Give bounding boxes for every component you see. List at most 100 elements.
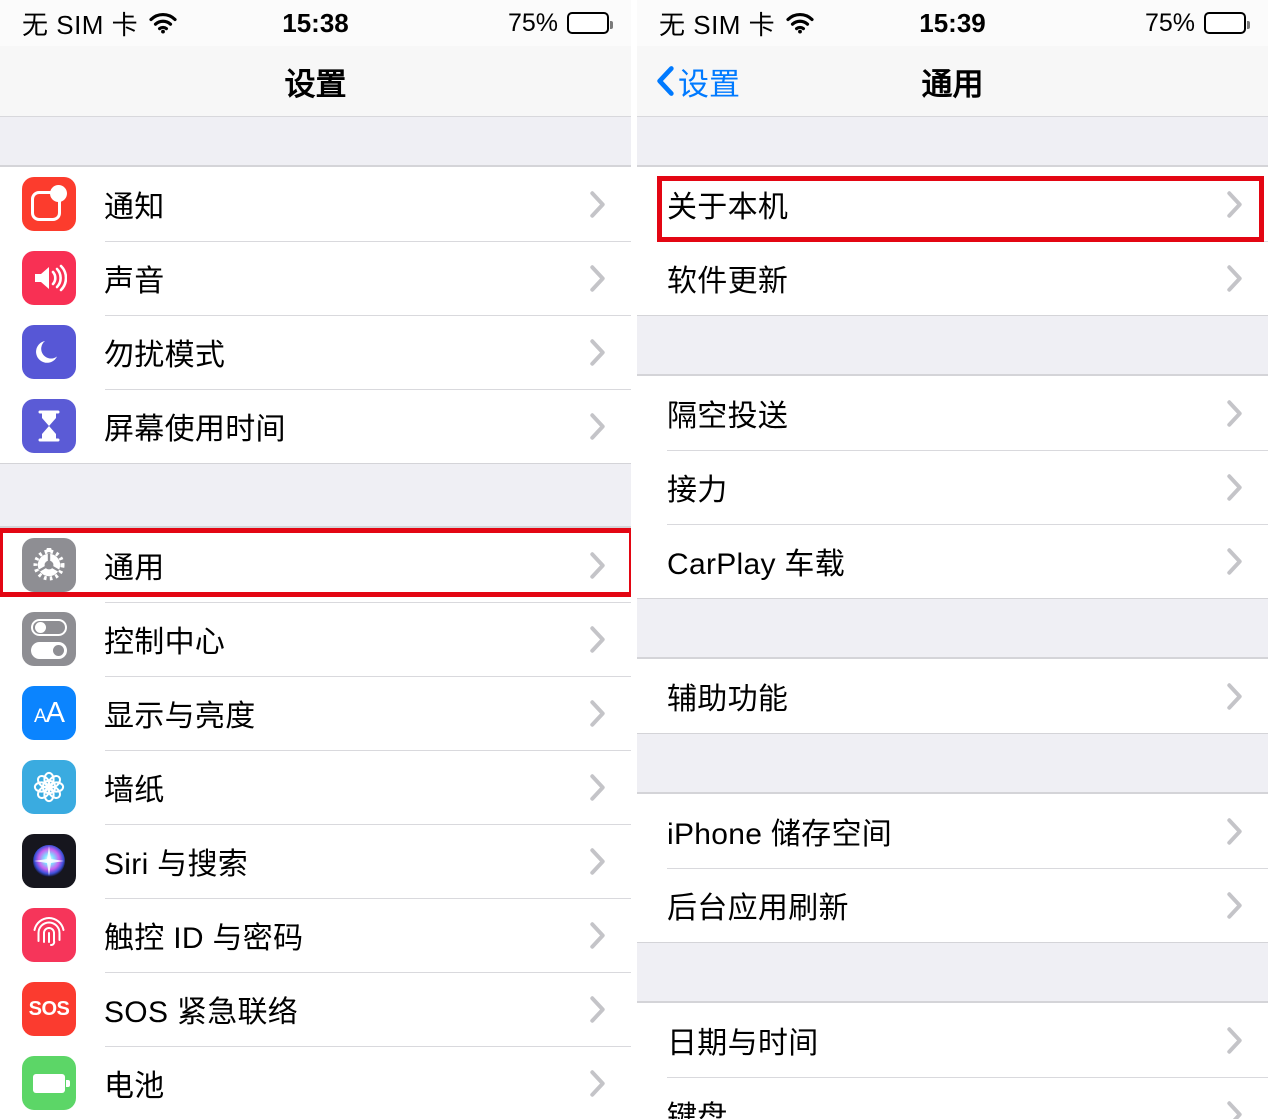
general-group-2: 隔空投送 接力 CarPlay 车载 [637, 375, 1268, 599]
general-row-software-update[interactable]: 软件更新 [637, 241, 1268, 315]
settings-screen: 无 SIM 卡 15:38 75% [0, 0, 634, 1119]
settings-row-battery[interactable]: 电池 [0, 1046, 631, 1119]
siri-icon [22, 834, 76, 888]
chevron-right-icon [1227, 1101, 1242, 1119]
general-list[interactable]: 关于本机 软件更新 隔空投送 接力 Car [637, 117, 1268, 1119]
list-top-gap [637, 117, 1268, 166]
wifi-icon [785, 12, 815, 34]
back-button[interactable]: 设置 [637, 59, 740, 104]
settings-row-sounds[interactable]: 声音 [0, 241, 631, 315]
chevron-right-icon [590, 996, 605, 1023]
dual-screenshot-container: 无 SIM 卡 15:38 75% [0, 0, 1268, 1119]
touch-id-icon [22, 908, 76, 962]
row-label: 触控 ID 与密码 [104, 913, 590, 957]
chevron-right-icon [1227, 1027, 1242, 1054]
status-bar-right-group: 75% [508, 9, 609, 38]
back-button-label: 设置 [678, 59, 740, 104]
general-group-1: 关于本机 软件更新 [637, 166, 1268, 316]
general-row-about[interactable]: 关于本机 [637, 167, 1268, 241]
status-bar-left-group: 无 SIM 卡 [659, 5, 815, 42]
settings-row-touch-id-passcode[interactable]: 触控 ID 与密码 [0, 898, 631, 972]
general-row-carplay[interactable]: CarPlay 车载 [637, 524, 1268, 598]
battery-status-icon [567, 12, 609, 34]
general-row-handoff[interactable]: 接力 [637, 450, 1268, 524]
row-label: 软件更新 [667, 256, 1227, 300]
wifi-icon [148, 12, 178, 34]
chevron-right-icon [590, 848, 605, 875]
row-label: CarPlay 车载 [667, 539, 1227, 583]
list-gap-1 [0, 464, 631, 527]
chevron-right-icon [590, 1070, 605, 1097]
list-top-gap [0, 117, 631, 166]
status-bar-right: 无 SIM 卡 15:39 75% [637, 0, 1268, 46]
settings-group-2: 通用 控制中心 AA [0, 527, 631, 1119]
row-label: 控制中心 [104, 617, 590, 661]
general-gear-icon [22, 538, 76, 592]
list-gap-1 [637, 316, 1268, 375]
settings-row-general[interactable]: 通用 [0, 528, 631, 602]
settings-list[interactable]: 通知 声音 [0, 117, 631, 1119]
settings-row-display-brightness[interactable]: AA 显示与亮度 [0, 676, 631, 750]
row-label: 通用 [104, 543, 590, 587]
wallpaper-icon [22, 760, 76, 814]
settings-row-control-center[interactable]: 控制中心 [0, 602, 631, 676]
general-row-background-app-refresh[interactable]: 后台应用刷新 [637, 868, 1268, 942]
row-label: 勿扰模式 [104, 330, 590, 374]
chevron-right-icon [590, 626, 605, 653]
chevron-right-icon [590, 413, 605, 440]
general-row-accessibility[interactable]: 辅助功能 [637, 659, 1268, 733]
settings-row-notifications[interactable]: 通知 [0, 167, 631, 241]
list-gap-3 [637, 734, 1268, 793]
general-row-keyboard[interactable]: 键盘 [637, 1077, 1268, 1119]
control-center-icon [22, 612, 76, 666]
settings-row-emergency-sos[interactable]: SOS SOS 紧急联络 [0, 972, 631, 1046]
settings-row-wallpaper[interactable]: 墙纸 [0, 750, 631, 824]
do-not-disturb-icon [22, 325, 76, 379]
list-gap-2 [637, 599, 1268, 658]
row-label: 隔空投送 [667, 391, 1227, 435]
row-label: 辅助功能 [667, 674, 1227, 718]
row-label: 日期与时间 [667, 1018, 1227, 1062]
battery-percent-label: 75% [508, 9, 558, 38]
settings-row-siri-search[interactable]: Siri 与搜索 [0, 824, 631, 898]
chevron-right-icon [1227, 818, 1242, 845]
carrier-label: 无 SIM 卡 [659, 5, 775, 42]
chevron-right-icon [1227, 548, 1242, 575]
row-label: 接力 [667, 465, 1227, 509]
chevron-right-icon [590, 191, 605, 218]
emergency-sos-icon: SOS [22, 982, 76, 1036]
clock-label: 15:39 [919, 8, 986, 39]
chevron-right-icon [1227, 191, 1242, 218]
general-row-iphone-storage[interactable]: iPhone 储存空间 [637, 794, 1268, 868]
row-label: 声音 [104, 256, 590, 300]
chevron-right-icon [590, 774, 605, 801]
chevron-right-icon [1227, 683, 1242, 710]
settings-row-do-not-disturb[interactable]: 勿扰模式 [0, 315, 631, 389]
nav-bar-settings: 设置 [0, 46, 631, 117]
settings-row-screen-time[interactable]: 屏幕使用时间 [0, 389, 631, 463]
chevron-right-icon [590, 552, 605, 579]
row-label: iPhone 储存空间 [667, 809, 1227, 853]
general-group-5: 日期与时间 键盘 [637, 1002, 1268, 1119]
row-label: 屏幕使用时间 [104, 404, 590, 448]
chevron-right-icon [590, 265, 605, 292]
general-row-airdrop[interactable]: 隔空投送 [637, 376, 1268, 450]
battery-icon [22, 1056, 76, 1110]
battery-status-icon [1204, 12, 1246, 34]
row-label: Siri 与搜索 [104, 839, 590, 883]
page-title: 设置 [0, 59, 631, 104]
screen-time-icon [22, 399, 76, 453]
general-row-date-time[interactable]: 日期与时间 [637, 1003, 1268, 1077]
clock-label: 15:38 [282, 8, 349, 39]
nav-bar-general: 设置 通用 [637, 46, 1268, 117]
chevron-right-icon [590, 700, 605, 727]
chevron-right-icon [1227, 892, 1242, 919]
battery-percent-label: 75% [1145, 9, 1195, 38]
general-group-4: iPhone 储存空间 后台应用刷新 [637, 793, 1268, 943]
row-label: 电池 [104, 1061, 590, 1105]
settings-group-1: 通知 声音 [0, 166, 631, 464]
chevron-right-icon [1227, 400, 1242, 427]
row-label: 显示与亮度 [104, 691, 590, 735]
general-group-3: 辅助功能 [637, 658, 1268, 734]
row-label: 后台应用刷新 [667, 883, 1227, 927]
